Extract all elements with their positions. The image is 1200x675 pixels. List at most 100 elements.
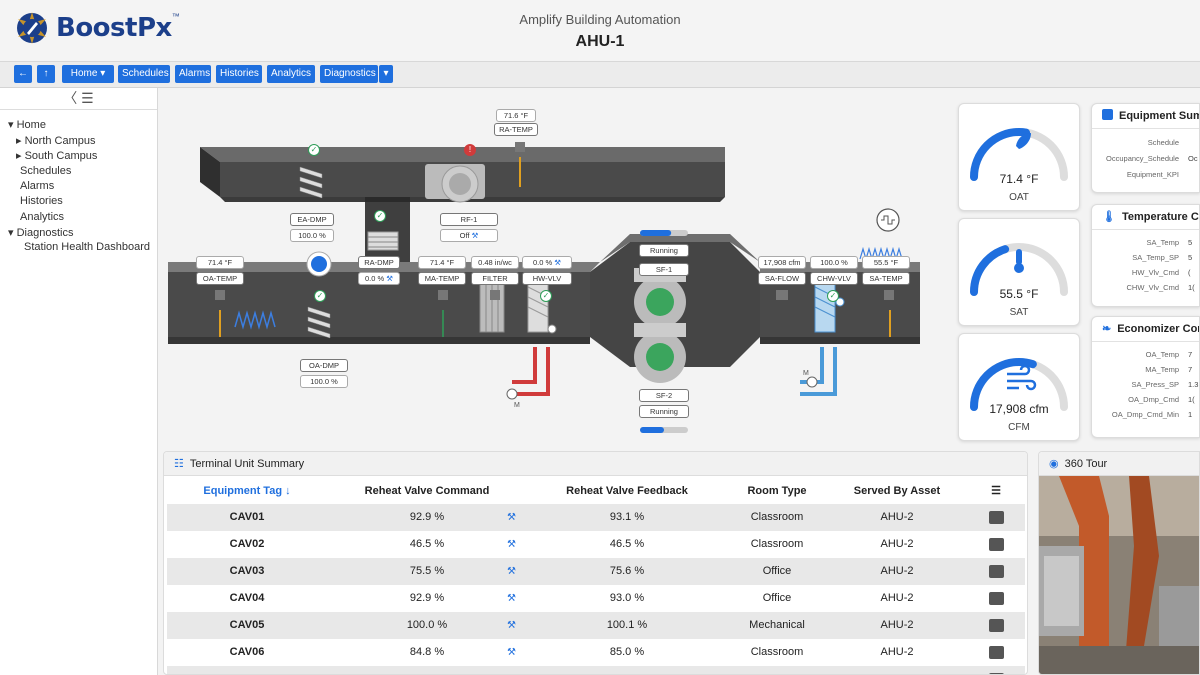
- wrench-icon[interactable]: ⚒: [472, 231, 479, 240]
- sidebar-item-home[interactable]: ▾ Home: [8, 118, 46, 131]
- chw-vlv-ok-icon: ✓: [827, 290, 839, 302]
- back-button[interactable]: ←: [14, 65, 32, 83]
- sidebar-item-alarms[interactable]: Alarms: [20, 180, 54, 192]
- home-button[interactable]: Home ▾: [62, 65, 114, 83]
- oat-gauge-card[interactable]: 71.4 °F OAT: [958, 103, 1080, 211]
- wrench-icon[interactable]: ⚒: [507, 531, 516, 558]
- wrench-icon[interactable]: ⚒: [386, 274, 393, 283]
- sidebar-item-south-campus[interactable]: ▸ South Campus: [16, 149, 97, 162]
- table-row[interactable]: CAV06 84.8 % ⚒ 85.0 % Classroom AHU-2: [167, 639, 1025, 666]
- sa-temp-label: SA_Temp: [1146, 238, 1179, 247]
- hw-vlv-label[interactable]: HW-VLV: [522, 272, 572, 285]
- up-button[interactable]: ↑: [37, 65, 55, 83]
- ma-temp-label[interactable]: MA-TEMP: [418, 272, 466, 285]
- tour-photo[interactable]: [1039, 476, 1200, 675]
- ma-temp-value: 7: [1188, 365, 1193, 374]
- ra-dmp-ok-icon: ✓: [374, 210, 386, 222]
- oa-temp-label[interactable]: OA-TEMP: [196, 272, 244, 285]
- filter-label[interactable]: FILTER: [471, 272, 519, 285]
- wrench-icon[interactable]: ⚒: [507, 612, 516, 639]
- wrench-icon[interactable]: ⚒: [554, 258, 561, 267]
- column-header-reheat-valve-command[interactable]: Reheat Valve Command: [327, 478, 527, 504]
- table-row[interactable]: CAV01 92.9 % ⚒ 93.1 % Classroom AHU-2: [167, 504, 1025, 531]
- sidebar-item-north-campus[interactable]: ▸ North Campus: [16, 134, 96, 147]
- wrench-icon[interactable]: ⚒: [507, 504, 516, 531]
- sidebar-item-schedules[interactable]: Schedules: [20, 165, 71, 177]
- oa-dmp-value: 100.0 %: [300, 375, 348, 388]
- equipment-kpi-label: Equipment_KPI: [1126, 170, 1179, 179]
- sf1-label[interactable]: SF-1: [639, 263, 689, 276]
- wrench-icon[interactable]: ⚒: [507, 585, 516, 612]
- column-header-room-type[interactable]: Room Type: [727, 478, 827, 504]
- sidebar-toggle[interactable]: 〈 ☰: [0, 88, 157, 110]
- reheat-valve-feedback-cell: 50.2 %: [527, 666, 727, 674]
- ea-dmp-label[interactable]: EA-DMP: [290, 213, 334, 226]
- histories-button[interactable]: Histories: [216, 65, 262, 83]
- image-icon[interactable]: [989, 511, 1004, 524]
- column-settings-icon[interactable]: ☰: [967, 478, 1025, 504]
- image-icon[interactable]: [989, 619, 1004, 632]
- sa-flow-label[interactable]: SA-FLOW: [758, 272, 806, 285]
- sidebar-item-station-health-dashboard[interactable]: Station Health Dashboard: [24, 241, 150, 253]
- panel-header: ◉ 360 Tour: [1039, 452, 1199, 476]
- diagnostics-button[interactable]: Diagnostics: [320, 65, 378, 83]
- image-icon[interactable]: [989, 565, 1004, 578]
- up-arrow-icon: ↑: [43, 68, 49, 79]
- column-header-served-by-asset[interactable]: Served By Asset: [827, 478, 967, 504]
- reheat-valve-feedback-cell: 93.0 %: [609, 592, 645, 604]
- equipment-tag-cell[interactable]: CAV02: [167, 531, 327, 558]
- oa-dmp-label[interactable]: OA-DMP: [300, 359, 348, 372]
- schedule-label: Schedule: [1147, 138, 1179, 147]
- analytics-button[interactable]: Analytics: [267, 65, 315, 83]
- equipment-tag-cell[interactable]: CAV03: [167, 558, 327, 585]
- schedules-button[interactable]: Schedules: [118, 65, 170, 83]
- hw-vlv-value: 0.0 % ⚒: [522, 256, 572, 269]
- table-row[interactable]: CAV03 75.5 % ⚒ 75.6 % Office AHU-2: [167, 558, 1025, 585]
- alarms-button[interactable]: Alarms: [175, 65, 211, 83]
- image-icon[interactable]: [989, 646, 1004, 659]
- chw-vlv-label[interactable]: CHW-VLV: [810, 272, 858, 285]
- table-row[interactable]: CAV05 100.0 % ⚒ 100.1 % Mechanical AHU-2: [167, 612, 1025, 639]
- reheat-valve-feedback-cell: 100.1 %: [606, 619, 648, 631]
- chevron-down-icon: ▾: [100, 68, 106, 79]
- sidebar-item-analytics[interactable]: Analytics: [20, 211, 64, 223]
- sat-gauge-card[interactable]: 55.5 °F SAT: [958, 218, 1080, 326]
- wrench-icon[interactable]: ⚒: [507, 639, 516, 666]
- wrench-icon[interactable]: ⚒: [507, 666, 516, 674]
- reheat-valve-feedback-cell: 93.1 %: [609, 511, 645, 523]
- served-by-asset-cell: AHU-2: [880, 592, 914, 604]
- rf1-label[interactable]: RF-1: [440, 213, 498, 226]
- table-icon: ☷: [174, 458, 184, 470]
- rf1-alarm-icon[interactable]: !: [464, 144, 476, 156]
- filter-value: 0.48 in/wc: [471, 256, 519, 269]
- list-icon: [1102, 109, 1113, 120]
- column-header-equipment-tag[interactable]: Equipment Tag ↓: [167, 478, 327, 504]
- sa-temp-label[interactable]: SA-TEMP: [862, 272, 910, 285]
- equipment-tag-cell[interactable]: CAV06: [167, 639, 327, 666]
- table-row[interactable]: CAV04 92.9 % ⚒ 93.0 % Office AHU-2: [167, 585, 1025, 612]
- ra-temp-label[interactable]: RA-TEMP: [494, 123, 538, 136]
- sidebar-item-diagnostics[interactable]: ▾ Diagnostics: [8, 226, 73, 239]
- image-icon[interactable]: [989, 592, 1004, 605]
- column-header-reheat-valve-feedback[interactable]: Reheat Valve Feedback: [527, 478, 727, 504]
- ra-dmp-label[interactable]: RA-DMP: [358, 256, 400, 269]
- wrench-icon[interactable]: ⚒: [507, 558, 516, 585]
- equipment-tag-cell[interactable]: CAV01: [167, 504, 327, 531]
- panel-header: 🌡 Temperature Co: [1092, 205, 1199, 230]
- equipment-tag-cell[interactable]: CAV04: [167, 585, 327, 612]
- equipment-tag-cell[interactable]: CAV05: [167, 612, 327, 639]
- table-row[interactable]: CAV02 46.5 % ⚒ 46.5 % Classroom AHU-2: [167, 531, 1025, 558]
- ma-temp-value: 71.4 °F: [418, 256, 466, 269]
- cfm-gauge-card[interactable]: 17,908 cfm CFM: [958, 333, 1080, 441]
- image-icon[interactable]: [989, 538, 1004, 551]
- reheat-valve-command-cell: 84.8 %: [409, 646, 445, 658]
- room-type-cell: Classroom: [750, 511, 804, 523]
- caret-down-icon: ▾: [8, 227, 14, 239]
- diagnostics-dropdown-button[interactable]: ▾: [379, 65, 393, 83]
- equipment-tag-cell[interactable]: CAV07: [167, 666, 327, 674]
- table-row[interactable]: CAV0750.1 %⚒ 50.2 %OfficeAHU-2: [167, 666, 1025, 674]
- occupancy-schedule-value: Oc: [1188, 154, 1198, 163]
- sf2-label[interactable]: SF-2: [639, 389, 689, 402]
- caret-right-icon: ▸: [16, 135, 22, 147]
- sidebar-item-histories[interactable]: Histories: [20, 195, 63, 207]
